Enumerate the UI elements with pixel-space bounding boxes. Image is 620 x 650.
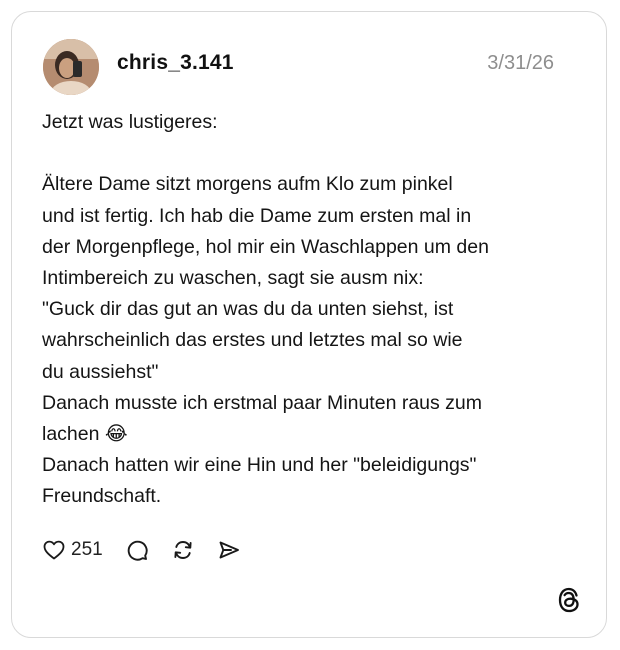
post-date: 3/31/26 [487, 52, 554, 74]
share-button[interactable] [217, 538, 241, 562]
post-card: chris_3.141 3/31/26 Jetzt was lustigeres… [11, 11, 607, 638]
comment-button[interactable] [125, 538, 149, 562]
post-text-line: und ist fertig. Ich hab die Dame zum ers… [42, 204, 472, 227]
post-text-line: Danach musste ich erstmal paar Minuten r… [42, 391, 483, 414]
post-text-line: "Guck dir das gut an was du da unten sie… [42, 298, 454, 321]
repost-icon [171, 538, 195, 562]
post-text-line: Ältere Dame sitzt morgens aufm Klo zum p… [42, 173, 453, 196]
post-text-line: Intimbereich zu waschen, sagt sie ausm n… [42, 267, 424, 289]
username[interactable]: chris_3.141 [117, 51, 234, 75]
repost-button[interactable] [171, 538, 195, 562]
post-text-line [42, 138, 582, 169]
threads-logo-icon [556, 586, 582, 614]
post-text-line: wahrscheinlich das erstes und letztes ma… [42, 329, 463, 352]
avatar-photo [43, 39, 99, 95]
share-icon [217, 538, 241, 562]
post-text-line: Danach hatten wir eine Hin und her "bele… [42, 454, 477, 477]
comment-icon [125, 538, 149, 562]
heart-icon [42, 538, 66, 562]
avatar[interactable] [43, 39, 99, 95]
post-text-line: du aussiehst" [42, 360, 159, 383]
action-bar: 251 [42, 536, 241, 564]
post-text: Jetzt was lustigeres: Ältere Dame sitzt m… [42, 107, 582, 513]
like-count: 251 [71, 539, 103, 560]
post-text-line: Freundschaft. [42, 485, 162, 508]
like-button[interactable]: 251 [42, 538, 125, 562]
post-text-line: der Morgenpflege, hol mir ein Waschlappe… [42, 235, 489, 258]
post-text-line: lachen 😂 [42, 423, 128, 446]
post-text-line: Jetzt was lustigeres: [42, 111, 218, 133]
